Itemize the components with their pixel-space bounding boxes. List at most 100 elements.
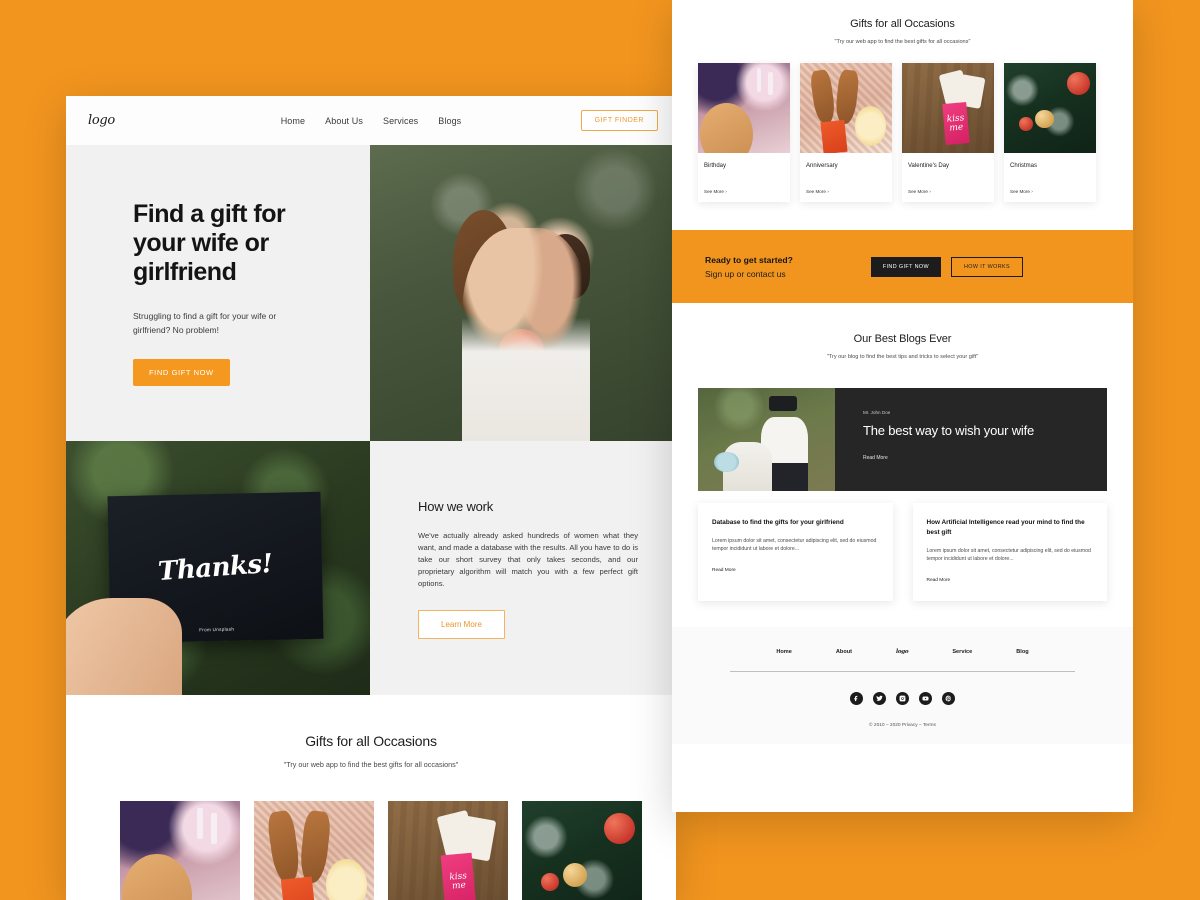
blog-card-title: Database to find the gifts for your girl… [712,519,844,526]
occasion-thumbnail: kiss me [388,801,508,900]
blog-card-read-more[interactable]: Read More [927,578,1094,583]
occasions-section: Gifts for all Occasions "Try our web app… [66,695,676,900]
right-mockup-panel: Gifts for all Occasions "Try our web app… [672,0,1133,812]
photo-detail: kiss me [942,101,970,145]
logo[interactable]: logo [88,113,115,128]
find-gift-now-button[interactable]: FIND GIFT NOW [870,256,941,277]
thanks-card-image: Thanks! From Unsplash [66,441,370,695]
photo-detail [699,102,754,153]
cta-subheading: Sign up or contact us [705,268,786,279]
anniversary-photo [254,801,374,900]
valentines-photo: kiss me [388,801,508,900]
how-we-work-title: How we work [418,499,494,514]
instagram-icon[interactable] [896,691,909,705]
find-gift-now-button[interactable]: FIND GIFT NOW [133,359,230,386]
occasions-title: Gifts for all Occasions [305,733,437,749]
occasion-label: Birthday [704,163,727,169]
anniversary-photo [800,63,892,153]
valentines-photo: kiss me [902,63,994,153]
thanks-caption: Thanks! [156,548,274,588]
cta-copy: Ready to get started? Sign up or contact… [705,255,793,279]
footer-link-home[interactable]: Home [776,649,792,655]
hero-subtitle: Struggling to find a gift for your wife … [133,311,277,335]
occasion-label: Christmas [1010,163,1038,169]
learn-more-button[interactable]: Learn More [418,610,505,640]
occasion-card[interactable] [522,801,642,900]
occasion-card-birthday[interactable]: Birthday See More › [698,63,790,202]
photo-detail [196,808,203,840]
occasion-label: Valentine's Day [908,163,950,169]
footer-link-blog[interactable]: Blog [1016,649,1028,655]
copyright-text: © 2010 – 2020 Privacy – Terms [869,722,936,728]
nav-item-about-us[interactable]: About Us [325,116,363,126]
r-occasions-subtitle: "Try our web app to find the best gifts … [834,39,971,45]
youtube-icon[interactable] [919,691,932,705]
photo-detail [498,328,545,373]
occasion-card-anniversary[interactable]: Anniversary See More › [800,63,892,202]
photo-detail [603,813,635,845]
blogs-subtitle: "Try our blog to find the best tips and … [826,354,979,360]
photo-detail [541,873,560,891]
photo-detail [452,210,514,317]
blog-card-excerpt: Lorem ipsum dolor sit amet, consectetur … [926,548,1091,563]
photo-detail [265,809,303,885]
photo-detail [541,233,591,299]
cta-band: Ready to get started? Sign up or contact… [672,230,1133,303]
left-mockup-panel: logo Home About Us Services Blogs GIFT F… [66,96,676,900]
thanks-photo: Thanks! From Unsplash [66,441,370,695]
couple-photo [370,145,676,441]
blog-card[interactable]: Database to find the gifts for your girl… [698,503,893,601]
see-more-link[interactable]: See More › [800,169,892,194]
how-we-work-section: Thanks! From Unsplash How we work We've … [66,441,676,695]
r-occasions-card-row: Birthday See More › Anniversary See More… [672,63,1133,202]
featured-blog-body: Mr. John Doe The best way to wish your w… [835,388,1107,491]
pinterest-icon[interactable] [942,691,955,705]
nav-item-home[interactable]: Home [281,116,305,126]
facebook-icon[interactable] [850,691,863,705]
photo-detail [211,813,218,845]
wedding-photo [698,388,835,491]
photo-detail [280,876,317,900]
occasion-label: Anniversary [806,163,838,169]
occasion-thumbnail [522,801,642,900]
footer-link-about[interactable]: About [836,649,852,655]
photo-detail [298,809,333,884]
occasion-card-valentines[interactable]: kiss me Valentine's Day See More › [902,63,994,202]
photo-detail [66,598,182,695]
blog-card-row: Database to find the gifts for your girl… [698,503,1107,601]
occasions-card-row: kiss me [66,801,676,900]
twitter-icon[interactable] [873,691,886,705]
occasion-card[interactable]: kiss me [388,801,508,900]
nav-item-services[interactable]: Services [383,116,418,126]
see-more-link[interactable]: See More › [698,169,790,194]
nav-links: Home About Us Services Blogs [281,116,462,126]
photo-detail [820,119,848,153]
occasion-card-christmas[interactable]: Christmas See More › [1004,63,1096,202]
nav-item-blogs[interactable]: Blogs [438,116,461,126]
photo-detail [855,106,887,146]
occasion-thumbnail [120,801,240,900]
occasion-card[interactable] [254,801,374,900]
occasion-thumbnail: kiss me [902,63,994,153]
blog-card-read-more[interactable]: Read More [712,568,879,573]
featured-blog-card[interactable]: Mr. John Doe The best way to wish your w… [698,388,1107,491]
see-more-link[interactable]: See More › [902,169,994,194]
footer-divider [730,670,1075,672]
how-it-works-button[interactable]: HOW IT WORKS [950,256,1023,277]
footer-link-service[interactable]: Service [952,649,972,655]
how-we-work-copy: How we work We've actually already asked… [370,441,676,695]
photo-detail [769,396,797,411]
see-more-link[interactable]: See More › [1004,169,1096,194]
footer-nav: Home About logo Service Blog [672,649,1133,655]
birthday-photo [698,63,790,153]
photo-detail [1066,72,1091,96]
footer-logo[interactable]: logo [896,649,909,655]
footer-social-row [672,691,1133,705]
gift-finder-button[interactable]: GIFT FINDER [580,110,658,131]
photo-detail [756,68,762,92]
photo-detail [562,863,587,888]
occasion-card[interactable] [120,801,240,900]
featured-blog-read-more[interactable]: Read More [863,455,1107,461]
r-occasions-title: Gifts for all Occasions [850,18,955,30]
blog-card[interactable]: How Artificial Intelligence read your mi… [912,503,1107,601]
